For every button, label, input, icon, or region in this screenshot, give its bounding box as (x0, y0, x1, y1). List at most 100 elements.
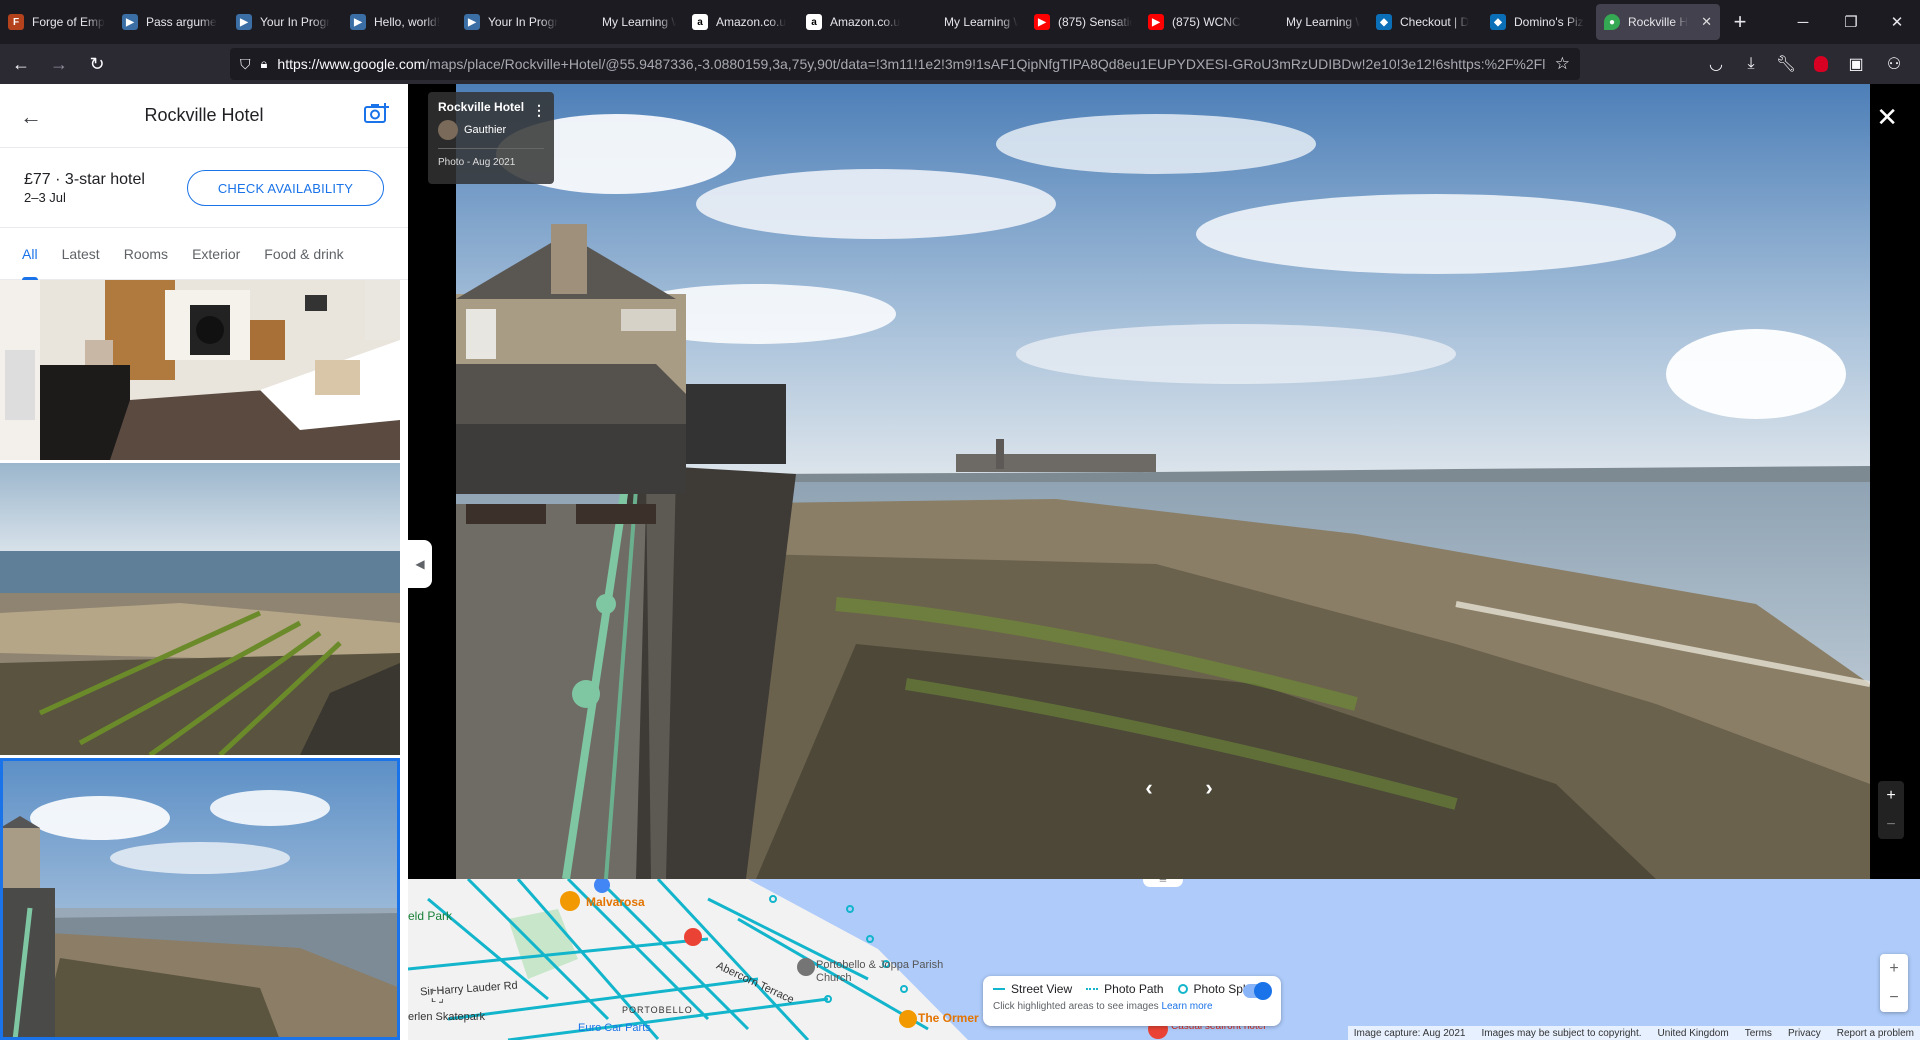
map-label-skatepark: erlen Skatepark (408, 1011, 486, 1023)
browser-tab[interactable]: ◆ Domino's Piz (1482, 4, 1596, 40)
back-arrow-icon[interactable]: ← (20, 104, 42, 130)
next-photo-icon[interactable]: › (1192, 771, 1226, 805)
browser-tab[interactable]: a Amazon.co.u (684, 4, 798, 40)
browser-tab[interactable]: ▶ Pass argume (114, 4, 228, 40)
tab-label: My Learning Web (944, 15, 1018, 29)
previous-photo-icon[interactable]: ‹ (1132, 771, 1166, 805)
browser-tab[interactable]: ▶ (875) WCNC (1140, 4, 1254, 40)
close-icon[interactable]: ✕ (1876, 102, 1898, 133)
browser-tab[interactable]: ▶ Your In Progr (456, 4, 570, 40)
photo-thumbnail-room[interactable] (0, 280, 400, 460)
place-photos-panel: ← Rockville Hotel £77 · 3-star hotel 2–3… (0, 84, 408, 1040)
download-icon[interactable]: ⤓ (1735, 48, 1767, 80)
tab-favicon-icon: ▶ (464, 14, 480, 30)
browser-tab[interactable]: ▶ (875) Sensatic (1026, 4, 1140, 40)
tab-label: My Learning Web (1286, 15, 1360, 29)
browser-tab[interactable]: ▶ Hello, world! (342, 4, 456, 40)
tab-favicon-icon: ◆ (1376, 14, 1392, 30)
map-label-euro-car-parts: Euro Car Parts (578, 1022, 651, 1034)
url-bar[interactable]: ⛉ 🔒︎ https://www.google.com/maps/place/R… (230, 48, 1580, 80)
photo-thumbnail-beach[interactable] (0, 463, 400, 755)
place-title: Rockville Hotel (144, 105, 264, 125)
tab-favicon-icon: a (806, 14, 822, 30)
map-zoom-in-icon[interactable]: + (1889, 960, 1898, 978)
legend-photo-path: Photo Path (1086, 982, 1164, 996)
tab-label: Amazon.co.u (716, 15, 787, 29)
photo-author[interactable]: Gauthier (438, 120, 544, 140)
map-footer-item: United Kingdom (1657, 1027, 1729, 1039)
tab-label: Checkout | D (1400, 15, 1470, 29)
hotel-price: £77 · 3-star hotel (24, 171, 145, 188)
main-photo[interactable] (456, 84, 1870, 879)
tab-close-icon[interactable]: ✕ (1701, 14, 1712, 30)
map-label-ormer: The Ormer (918, 1011, 979, 1025)
tab-label: Forge of Emp (32, 15, 105, 29)
lock-icon[interactable]: 🔒︎ (261, 56, 268, 72)
tab-all[interactable]: All (10, 228, 50, 280)
map-footer-item[interactable]: Privacy (1788, 1028, 1821, 1039)
stay-dates: 2–3 Jul (24, 190, 66, 205)
browser-tab[interactable]: My Learning Web (570, 4, 684, 40)
account-icon[interactable]: ⚇ (1878, 48, 1910, 80)
fullscreen-icon[interactable]: ⛶ (432, 989, 452, 1009)
map-footer-item[interactable]: Terms (1745, 1028, 1772, 1039)
browser-tab-bar: F Forge of Emp ▶ Pass argume ▶ Your In Progr ▶… (0, 0, 1920, 44)
minimize-icon[interactable]: ─ (1780, 0, 1826, 44)
tab-label: Your In Progr (260, 15, 331, 29)
bookmark-star-icon[interactable]: ☆ (1555, 54, 1570, 74)
photo-info-card: Rockville Hotel ⋮ Gauthier Photo - Aug 2… (428, 92, 554, 184)
tab-exterior[interactable]: Exterior (180, 228, 252, 280)
browser-tab[interactable]: F Forge of Emp (0, 4, 114, 40)
tab-favicon-icon: a (692, 14, 708, 30)
learn-more-link[interactable]: Learn more (1161, 1001, 1212, 1012)
browser-tab-active[interactable]: ● Rockville H ✕ (1596, 4, 1720, 40)
panel-header: ← Rockville Hotel (0, 84, 408, 148)
tab-label: Domino's Piz (1514, 15, 1584, 29)
browser-tab[interactable]: ◆ Checkout | D (1368, 4, 1482, 40)
map-footer: Image capture: Aug 2021 Images may be sub… (1347, 1026, 1920, 1040)
check-availability-button[interactable]: CHECK AVAILABILITY (187, 170, 384, 206)
tab-label: Pass argume (146, 15, 217, 29)
street-view-toggle[interactable] (1243, 982, 1272, 1000)
tab-favicon-icon: F (8, 14, 24, 30)
container-icon[interactable]: ▣ (1840, 48, 1872, 80)
more-options-icon[interactable]: ⋮ (532, 102, 546, 119)
shield-icon[interactable]: ⛉ (240, 56, 251, 73)
map-zoom-out-icon[interactable]: − (1889, 989, 1898, 1007)
new-tab-icon[interactable]: + (1720, 4, 1760, 40)
tab-rooms[interactable]: Rooms (112, 228, 180, 280)
map-expand-handle[interactable]: ═ (1143, 879, 1183, 887)
photo-thumbnail-hotel-seafront[interactable] (0, 758, 400, 1040)
browser-tab[interactable]: My Learning Web (1254, 4, 1368, 40)
forward-icon[interactable]: → (42, 48, 76, 80)
reload-icon[interactable]: ↻ (80, 48, 114, 80)
browser-tab[interactable]: My Learning Web (912, 4, 1026, 40)
url-path: /maps/place/Rockville+Hotel/@55.9487336,… (425, 56, 1545, 72)
close-window-icon[interactable]: ✕ (1874, 0, 1920, 44)
zoom-in-icon[interactable]: + (1886, 787, 1895, 805)
pocket-icon[interactable]: ◡ (1700, 48, 1732, 80)
tab-latest[interactable]: Latest (50, 228, 112, 280)
map-zoom-control: + − (1880, 954, 1908, 1012)
legend-hint: Click highlighted areas to see images Le… (993, 1001, 1213, 1012)
legend-street-view: Street View (993, 982, 1072, 996)
tab-label: Amazon.co.u (830, 15, 901, 29)
back-icon[interactable]: ← (4, 48, 38, 80)
tab-favicon-icon (578, 14, 594, 30)
tools-icon[interactable]: 🔧︎ (1770, 48, 1802, 80)
author-avatar (438, 120, 458, 140)
map-footer-item[interactable]: Report a problem (1837, 1028, 1914, 1039)
add-photo-icon[interactable] (364, 102, 390, 124)
browser-tab[interactable]: a Amazon.co.u (798, 4, 912, 40)
tab-favicon-icon: ◆ (1490, 14, 1506, 30)
browser-tab[interactable]: ▶ Your In Progr (228, 4, 342, 40)
restore-icon[interactable]: ❐ (1828, 0, 1874, 44)
mini-map[interactable]: ═ Malvarosa eld Park Sir Harry Lauder Rd… (408, 879, 1920, 1040)
collapse-panel-icon[interactable]: ◀ (408, 540, 432, 588)
tab-food-drink[interactable]: Food & drink (252, 228, 355, 280)
url-text[interactable]: https://www.google.com/maps/place/Rockvi… (277, 56, 1544, 72)
divider (438, 148, 544, 149)
zoom-out-icon[interactable]: − (1886, 816, 1895, 834)
extension-icon[interactable] (1805, 48, 1837, 80)
photo-place-name[interactable]: Rockville Hotel (438, 100, 544, 114)
